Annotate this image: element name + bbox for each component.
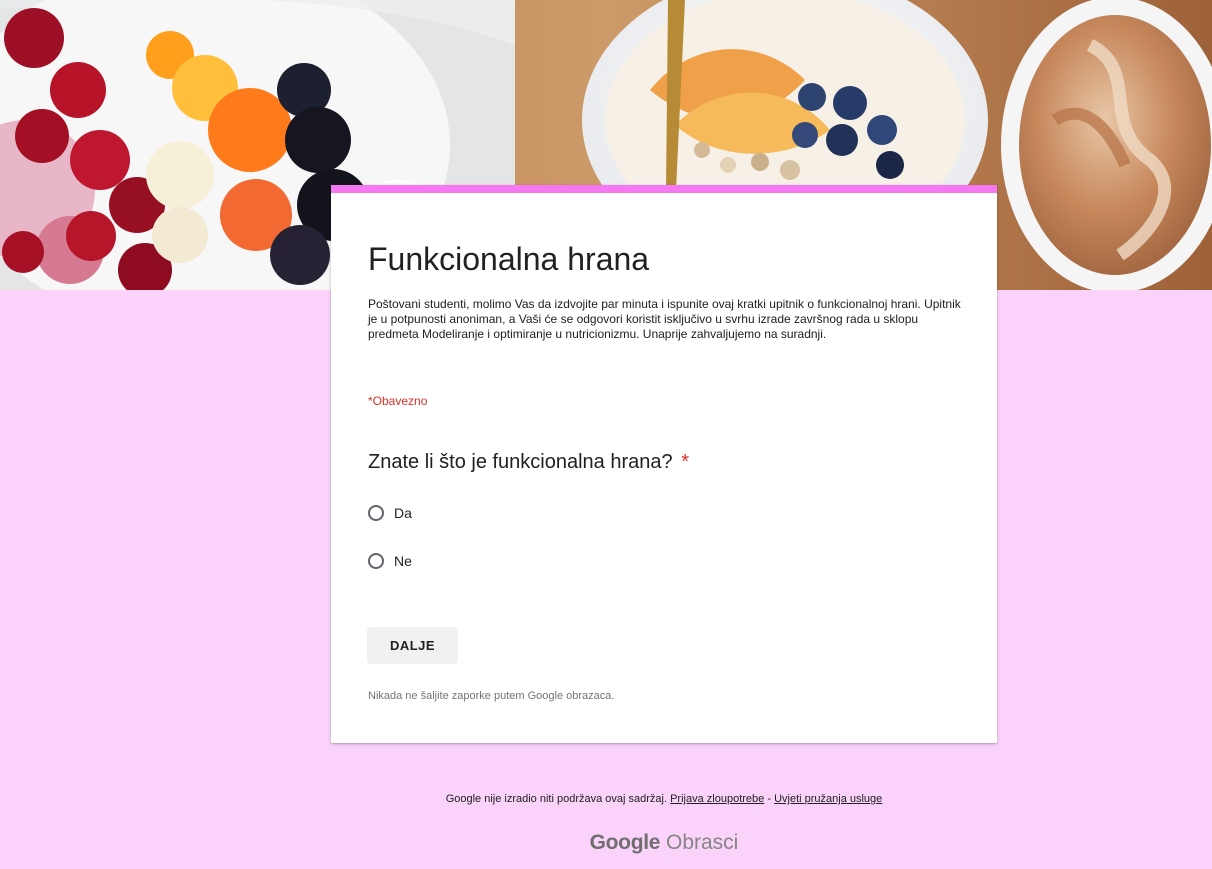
next-button[interactable]: DALJE xyxy=(367,627,458,664)
radio-label-da[interactable]: Da xyxy=(394,504,412,522)
footer-notice-text: Google nije izradio niti podržava ovaj s… xyxy=(445,793,668,805)
terms-link[interactable]: Uvjeti pružanja usluge xyxy=(774,793,882,805)
form-title: Funkcionalna hrana xyxy=(368,241,650,277)
question-title: Znate li što je funkcionalna hrana? * xyxy=(368,449,689,475)
radio-option-da[interactable]: Da xyxy=(368,501,412,525)
latte-cup-image xyxy=(1001,0,1212,290)
required-star: * xyxy=(681,451,689,473)
radio-option-ne[interactable]: Ne xyxy=(368,549,412,573)
password-warning: Nikada ne šaljite zaporke putem Google o… xyxy=(368,690,615,702)
radio-unchecked-icon[interactable] xyxy=(368,505,384,521)
radio-unchecked-icon[interactable] xyxy=(368,553,384,569)
abuse-report-link[interactable]: Prijava zloupotrebe xyxy=(670,793,764,805)
form-description: Poštovani studenti, molimo Vas da izdvoj… xyxy=(368,297,961,341)
google-logo-text: Google xyxy=(589,831,661,854)
footer-separator: - xyxy=(767,793,771,805)
google-form-page: Funkcionalna hrana Poštovani studenti, m… xyxy=(0,0,1212,869)
question-text: Znate li što je funkcionalna hrana? xyxy=(368,451,673,473)
google-forms-logo: Google Obrasci xyxy=(0,830,1212,856)
required-note: *Obavezno xyxy=(368,394,428,408)
footer-notice: Google nije izradio niti podržava ovaj s… xyxy=(0,792,1212,806)
obrasci-logo-text: Obrasci xyxy=(666,831,739,854)
radio-label-ne[interactable]: Ne xyxy=(394,552,412,570)
form-card: Funkcionalna hrana Poštovani studenti, m… xyxy=(331,185,997,743)
